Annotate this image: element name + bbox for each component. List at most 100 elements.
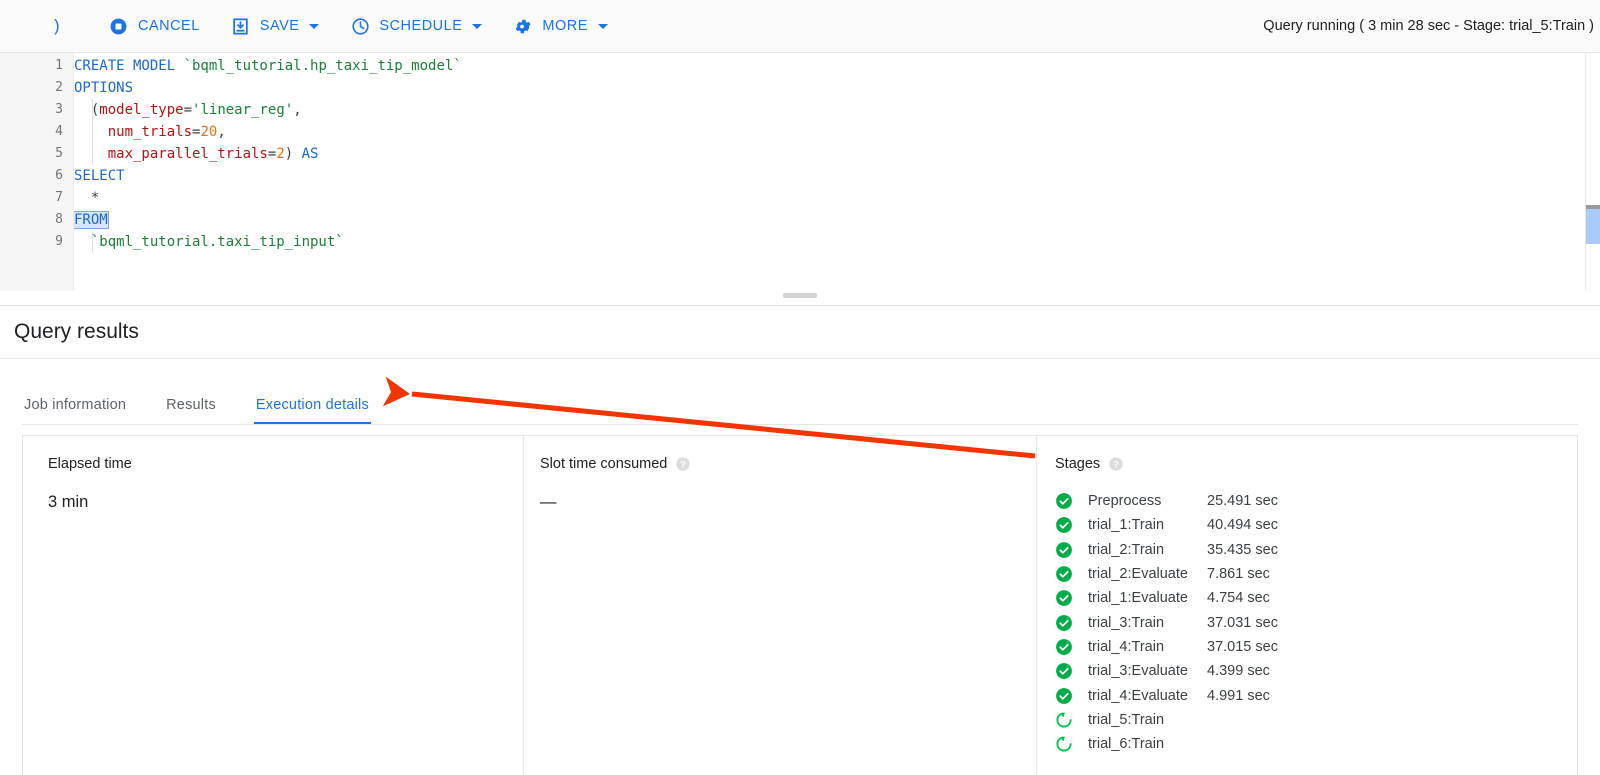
save-button-label: SAVE	[259, 18, 300, 34]
stage-name: trial_5:Train	[1088, 711, 1165, 728]
code-line: `bqml_tutorial.taxi_tip_input`	[74, 231, 344, 253]
save-button[interactable]: SAVE	[222, 8, 329, 44]
chevron-down-icon[interactable]	[597, 23, 608, 29]
query-status-text: Query running ( 3 min 28 sec - Stage: tr…	[1263, 18, 1594, 34]
code-line: (model_type='linear_reg',	[74, 99, 302, 121]
code-token-keyword-highlighted: FROM	[74, 211, 109, 229]
code-token-option: max_parallel_trials	[74, 146, 268, 162]
stage-row[interactable]: trial_2:Train 35.435 sec	[1055, 538, 1577, 562]
code-token-punct: (	[74, 102, 100, 118]
stage-duration: 37.015 sec	[1207, 638, 1278, 655]
toolbar-actions: ) CANCEL SAVE SCHEDULE MORE	[0, 8, 617, 44]
cancel-button-label: CANCEL	[137, 18, 200, 34]
check-circle-icon	[1055, 492, 1073, 510]
check-circle-icon	[1055, 638, 1073, 656]
toolbar-leading-label: )	[54, 16, 60, 35]
stage-row[interactable]: trial_2:Evaluate 7.861 sec	[1055, 562, 1577, 586]
tab-label: Job information	[24, 397, 127, 413]
schedule-button[interactable]: SCHEDULE	[341, 8, 491, 44]
code-token-string: 'linear_reg'	[192, 102, 294, 118]
code-token-keyword: AS	[301, 146, 319, 162]
stage-duration: 7.861 sec	[1207, 566, 1270, 583]
help-circle-icon[interactable]: ?	[1108, 456, 1124, 472]
more-button-label: MORE	[542, 18, 588, 34]
stage-duration: 4.991 sec	[1207, 687, 1270, 704]
code-line: SELECT	[74, 165, 125, 187]
line-number: 8	[55, 212, 63, 227]
code-line: OPTIONS	[74, 77, 133, 99]
elapsed-time-value: 3 min	[48, 493, 89, 511]
top-toolbar: ) CANCEL SAVE SCHEDULE MORE Query runnin…	[0, 0, 1600, 53]
editor-minimap-divider	[1585, 53, 1586, 291]
slot-time-heading: Slot time consumed ?	[540, 456, 1036, 472]
stage-name: trial_3:Train	[1088, 614, 1165, 631]
editor-scrollbar-thumb[interactable]	[1586, 205, 1600, 244]
code-token-option: num_trials	[74, 124, 193, 140]
code-line: FROM	[74, 209, 109, 231]
chevron-down-icon[interactable]	[472, 23, 483, 29]
line-number: 6	[55, 168, 63, 183]
code-token-punct: ,	[293, 102, 302, 118]
stage-row[interactable]: trial_4:Evaluate 4.991 sec	[1055, 683, 1577, 707]
code-token-keyword: SELECT	[74, 168, 125, 184]
line-number: 3	[55, 102, 63, 117]
stage-row[interactable]: trial_3:Train 37.031 sec	[1055, 610, 1577, 634]
stage-duration: 35.435 sec	[1207, 541, 1278, 558]
stage-row[interactable]: trial_6:Train	[1055, 732, 1577, 756]
tab-execution-details[interactable]: Execution details	[253, 397, 371, 425]
tab-results[interactable]: Results	[166, 397, 216, 425]
code-token-option: model_type	[99, 102, 184, 118]
tabs-divider	[22, 424, 1578, 425]
stage-duration: 37.031 sec	[1207, 614, 1278, 631]
stage-row[interactable]: Preprocess 25.491 sec	[1055, 489, 1577, 513]
stage-row[interactable]: trial_5:Train	[1055, 708, 1577, 732]
sql-code-editor[interactable]: 1 2 3 4 5 6 7 8 9 CREATE MODEL `bqml_tut…	[0, 53, 1600, 291]
line-number: 4	[55, 124, 63, 139]
chevron-down-icon[interactable]	[309, 23, 320, 29]
code-token-identifier: `bqml_tutorial.hp_taxi_tip_model`	[183, 58, 462, 74]
stages-panel: Stages ? Preprocess 25.491 sec trial_1:Tra…	[1036, 436, 1577, 775]
slot-time-value: —	[540, 493, 557, 511]
clock-icon	[350, 16, 370, 36]
splitter-drag-handle[interactable]	[783, 293, 817, 298]
schedule-button-label: SCHEDULE	[379, 18, 463, 34]
stop-circle-icon	[109, 16, 129, 36]
tab-job-information[interactable]: Job information	[24, 397, 126, 425]
check-circle-icon	[1055, 614, 1073, 632]
elapsed-time-heading: Elapsed time	[48, 456, 523, 472]
slot-time-label: Slot time consumed	[540, 456, 668, 472]
code-token-identifier: `bqml_tutorial.taxi_tip_input`	[74, 234, 344, 250]
results-tabs-bar: Job information Results Execution detail…	[0, 359, 1600, 425]
results-tabs: Job information Results Execution detail…	[22, 359, 1578, 425]
code-line: *	[74, 187, 99, 209]
help-circle-icon[interactable]: ?	[675, 456, 691, 472]
in-progress-spinner-icon	[1055, 711, 1073, 729]
slot-time-panel: Slot time consumed ? —	[523, 436, 1036, 775]
stage-row[interactable]: trial_1:Evaluate 4.754 sec	[1055, 586, 1577, 610]
editor-results-splitter[interactable]	[0, 291, 1600, 306]
stage-name: trial_4:Train	[1088, 638, 1165, 655]
code-token-punct: =	[183, 102, 193, 118]
cancel-button[interactable]: CANCEL	[100, 8, 209, 44]
stage-list: Preprocess 25.491 sec trial_1:Train 40.494 …	[1055, 489, 1577, 756]
stage-name: Preprocess	[1088, 493, 1162, 510]
execution-details-panels: Elapsed time 3 min Slot time consumed ? …	[22, 435, 1578, 775]
stages-heading: Stages ?	[1055, 456, 1577, 472]
stage-row[interactable]: trial_4:Train 37.015 sec	[1055, 635, 1577, 659]
stage-duration: 25.491 sec	[1207, 493, 1278, 510]
more-button[interactable]: MORE	[504, 8, 617, 44]
code-text-area[interactable]: CREATE MODEL `bqml_tutorial.hp_taxi_tip_…	[74, 53, 1600, 291]
line-number: 7	[55, 190, 63, 205]
stage-name: trial_4:Evaluate	[1088, 687, 1188, 704]
svg-text:?: ?	[680, 459, 686, 469]
code-line: num_trials=20,	[74, 121, 226, 143]
elapsed-time-label: Elapsed time	[48, 456, 132, 472]
check-circle-icon	[1055, 565, 1073, 583]
stage-duration: 40.494 sec	[1207, 517, 1278, 534]
line-number: 1	[55, 58, 63, 73]
stage-row[interactable]: trial_3:Evaluate 4.399 sec	[1055, 659, 1577, 683]
stage-duration: 4.754 sec	[1207, 590, 1270, 607]
check-circle-icon	[1055, 687, 1073, 705]
stage-row[interactable]: trial_1:Train 40.494 sec	[1055, 513, 1577, 537]
svg-text:?: ?	[1113, 459, 1119, 469]
